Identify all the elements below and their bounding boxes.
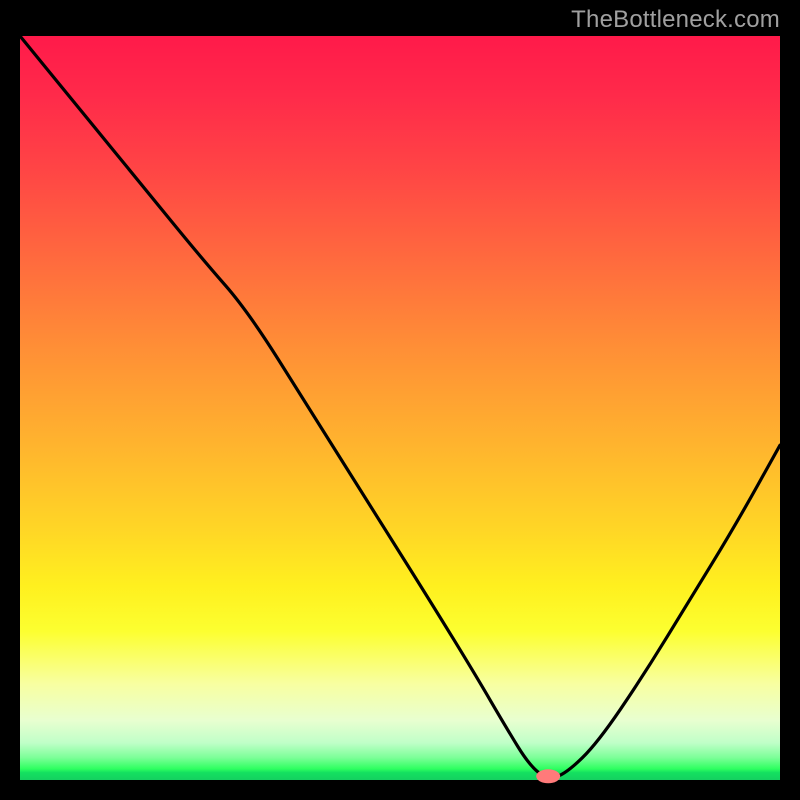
chart-svg bbox=[20, 36, 780, 780]
bottleneck-curve bbox=[20, 36, 780, 778]
minimum-marker bbox=[536, 769, 560, 783]
watermark-text: TheBottleneck.com bbox=[571, 6, 780, 34]
plot-area bbox=[20, 36, 780, 780]
chart-container: TheBottleneck.com bbox=[0, 0, 800, 800]
